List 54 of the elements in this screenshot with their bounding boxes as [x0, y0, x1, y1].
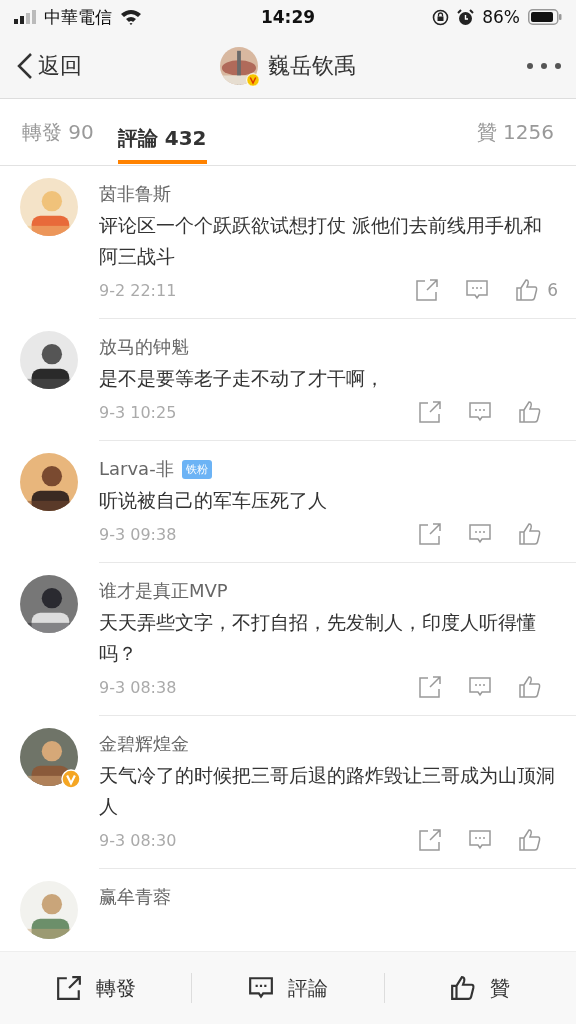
comment-icon[interactable]	[465, 278, 490, 302]
comment-icon[interactable]	[468, 675, 492, 699]
signal-icon	[14, 10, 36, 24]
user-name[interactable]: 赢牟青蓉	[99, 885, 171, 909]
share-button[interactable]: 轉發	[0, 973, 193, 1003]
like-icon[interactable]	[518, 522, 542, 546]
profile-name: 巍岳钦禹	[268, 52, 356, 80]
like-count: 6	[547, 280, 558, 300]
clock-time: 14:29	[260, 7, 316, 27]
like-icon[interactable]	[518, 675, 542, 699]
battery-percent: 86%	[482, 7, 520, 27]
share-icon[interactable]	[418, 400, 442, 424]
like-icon[interactable]	[518, 828, 542, 852]
comment-time: 9-2 22:11	[99, 280, 177, 300]
user-name[interactable]: Larva-非	[99, 457, 174, 481]
like-button[interactable]: 贊	[384, 973, 576, 1003]
comment-time: 9-3 09:38	[99, 524, 177, 544]
tab[interactable]: 評論 432	[117, 112, 207, 164]
like-icon[interactable]	[518, 400, 542, 424]
user-name[interactable]: 谁才是真正MVP	[99, 579, 228, 603]
user-name[interactable]: 金碧辉煌金	[99, 732, 189, 756]
user-name[interactable]: 茵非鲁斯	[99, 182, 171, 206]
battery-icon	[528, 9, 562, 25]
comment-time: 9-3 08:38	[99, 677, 177, 697]
back-button[interactable]: 返回	[16, 51, 82, 81]
share-icon[interactable]	[418, 828, 442, 852]
share-icon	[55, 975, 82, 1001]
comment-text: 天气冷了的时候把三哥后退的路炸毁让三哥成为山顶洞人	[99, 763, 556, 819]
like-icon[interactable]	[515, 278, 540, 302]
alarm-icon	[457, 8, 475, 26]
comment-time: 9-3 08:30	[99, 830, 177, 850]
share-icon[interactable]	[415, 278, 440, 302]
comment-button[interactable]: 評論	[192, 973, 385, 1003]
comment-text: 听说被自己的军车压死了人	[99, 488, 328, 513]
verified-badge-icon	[61, 769, 81, 789]
comment-icon[interactable]	[468, 400, 492, 424]
rotation-lock-icon	[432, 8, 450, 26]
comment-icon	[248, 975, 274, 1001]
comment-time: 9-3 10:25	[99, 402, 177, 422]
user-name[interactable]: 放马的钟魁	[99, 335, 189, 359]
share-icon[interactable]	[418, 675, 442, 699]
share-icon[interactable]	[418, 522, 442, 546]
comment-icon[interactable]	[468, 828, 492, 852]
comment-icon[interactable]	[468, 522, 492, 546]
comment-text: 是不是要等老子走不动了才干啊，	[99, 366, 385, 391]
comment-text: 评论区一个个跃跃欲试想打仗 派他们去前线用手机和阿三战斗	[99, 213, 544, 269]
carrier-name: 中華電信	[44, 5, 112, 29]
like-icon	[450, 975, 477, 1001]
comment-text: 天天弄些文字，不打自招，先发制人，印度人听得懂吗？	[99, 610, 537, 666]
verified-badge-icon	[246, 73, 260, 87]
back-icon	[16, 52, 34, 80]
more-icon	[526, 62, 562, 70]
wifi-icon	[120, 9, 142, 25]
fan-badge: 铁粉	[181, 459, 212, 479]
